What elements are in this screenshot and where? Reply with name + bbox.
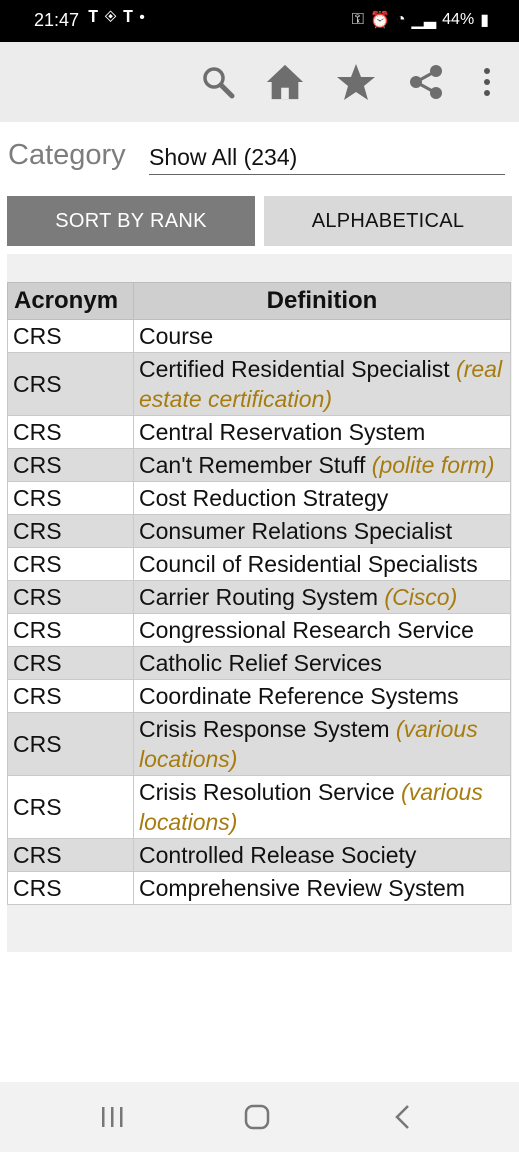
share-icon[interactable] [406, 62, 446, 102]
category-value: Show All (234) [149, 144, 298, 170]
alarm-icon: ⏰ [369, 12, 390, 29]
table-row[interactable]: CRS Central Reservation System [7, 415, 511, 449]
definition-cell: Consumer Relations Specialist [133, 514, 511, 548]
notification-icons: 𝐓◈𝐓• [88, 9, 151, 26]
table-row[interactable]: CRS Coordinate Reference Systems [7, 679, 511, 713]
definition-text: Course [139, 323, 214, 349]
definition-text: Council of Residential Specialists [139, 551, 478, 577]
definition-text: Crisis Resolution Service [139, 779, 395, 805]
definition-cell: Crisis Response System (various location… [133, 712, 511, 776]
definition-cell: Can't Remember Stuff (polite form) [133, 448, 511, 482]
acronym-cell: CRS [7, 481, 134, 515]
table-row[interactable]: CRS Congressional Research Service [7, 613, 511, 647]
definition-cell: Crisis Resolution Service (various locat… [133, 775, 511, 839]
definition-cell: Congressional Research Service [133, 613, 511, 647]
table-header-row: Acronym Definition [7, 282, 511, 320]
acronym-cell: CRS [7, 775, 134, 839]
header-definition: Definition [133, 282, 511, 320]
definition-cell: Council of Residential Specialists [133, 547, 511, 581]
header-acronym: Acronym [7, 282, 134, 320]
sort-by-rank-button[interactable]: SORT BY RANK [7, 196, 255, 246]
definition-text: Certified Residential Specialist [139, 356, 450, 382]
acronym-cell: CRS [7, 871, 134, 905]
table-row[interactable]: CRS Course [7, 319, 511, 353]
definition-cell: Course [133, 319, 511, 353]
acronym-cell: CRS [7, 712, 134, 776]
acronym-table: Acronym Definition CRS Course CRS Certified… [7, 282, 511, 905]
table-row[interactable]: CRS Crisis Resolution Service (various lo… [7, 775, 511, 839]
definition-cell: Cost Reduction Strategy [133, 481, 511, 515]
battery-icon: ▮ [480, 12, 489, 29]
acronym-cell: CRS [7, 448, 134, 482]
definition-text: Catholic Relief Services [139, 650, 382, 676]
definition-text: Carrier Routing System [139, 584, 379, 610]
signal-icon: ▁▃ [411, 12, 437, 29]
acronym-cell: CRS [7, 514, 134, 548]
home-circle-icon[interactable] [243, 1102, 271, 1132]
definition-text: Controlled Release Society [139, 842, 417, 868]
acronym-cell: CRS [7, 679, 134, 713]
key-icon: ⚿ [351, 11, 364, 28]
table-row[interactable]: CRS Can't Remember Stuff (polite form) [7, 448, 511, 482]
home-icon[interactable] [265, 62, 305, 102]
table-row[interactable]: CRS Comprehensive Review System [7, 871, 511, 905]
status-right: ⚿ ⏰ ◔ ▁▃ 44% ▮ [352, 10, 489, 30]
acronym-cell: CRS [7, 580, 134, 614]
wifi-icon: ◔ [395, 11, 406, 28]
back-icon[interactable] [392, 1102, 412, 1132]
search-icon[interactable] [198, 62, 238, 102]
battery-text: 44% [442, 11, 475, 28]
system-nav-bar [0, 1082, 519, 1152]
category-label: Category [8, 139, 126, 171]
table-row[interactable]: CRS Controlled Release Society [7, 838, 511, 872]
acronym-cell: CRS [7, 646, 134, 680]
table-row[interactable]: CRS Catholic Relief Services [7, 646, 511, 680]
category-dropdown[interactable]: Show All (234) [149, 142, 505, 175]
alphabetical-button[interactable]: ALPHABETICAL [264, 196, 512, 246]
definition-cell: Coordinate Reference Systems [133, 679, 511, 713]
acronym-cell: CRS [7, 319, 134, 353]
acronym-cell: CRS [7, 415, 134, 449]
toolbar [0, 42, 519, 122]
definition-note: (Cisco) [384, 584, 458, 610]
status-bar: 21:47 𝐓◈𝐓• ⚿ ⏰ ◔ ▁▃ 44% ▮ [0, 0, 519, 42]
definition-note: (polite form) [371, 452, 495, 478]
category-row: Category Show All (234) [0, 122, 519, 192]
definition-cell: Catholic Relief Services [133, 646, 511, 680]
table-row[interactable]: CRS Council of Residential Specialists [7, 547, 511, 581]
definition-text: Congressional Research Service [139, 617, 474, 643]
definition-cell: Carrier Routing System (Cisco) [133, 580, 511, 614]
definition-cell: Central Reservation System [133, 415, 511, 449]
table-row[interactable]: CRS Certified Residential Specialist (rea… [7, 352, 511, 416]
acronym-cell: CRS [7, 838, 134, 872]
definition-text: Comprehensive Review System [139, 875, 465, 901]
acronym-cell: CRS [7, 547, 134, 581]
acronym-cell: CRS [7, 613, 134, 647]
table-row[interactable]: CRS Carrier Routing System (Cisco) [7, 580, 511, 614]
definition-text: Coordinate Reference Systems [139, 683, 459, 709]
status-time: 21:47 [34, 10, 80, 30]
definition-cell: Certified Residential Specialist (real e… [133, 352, 511, 416]
definition-text: Consumer Relations Specialist [139, 518, 453, 544]
recents-icon[interactable] [98, 1102, 126, 1132]
definition-text: Central Reservation System [139, 419, 426, 445]
table-row[interactable]: CRS Crisis Response System (various locat… [7, 712, 511, 776]
results-list[interactable]: Acronym Definition CRS Course CRS Certified… [7, 254, 512, 952]
more-vert-icon[interactable] [467, 62, 507, 102]
definition-text: Cost Reduction Strategy [139, 485, 389, 511]
table-row[interactable]: CRS Cost Reduction Strategy [7, 481, 511, 515]
definition-text: Crisis Response System [139, 716, 390, 742]
definition-text: Can't Remember Stuff [139, 452, 366, 478]
acronym-cell: CRS [7, 352, 134, 416]
definition-cell: Comprehensive Review System [133, 871, 511, 905]
table-row[interactable]: CRS Consumer Relations Specialist [7, 514, 511, 548]
star-icon[interactable] [336, 62, 376, 102]
definition-cell: Controlled Release Society [133, 838, 511, 872]
